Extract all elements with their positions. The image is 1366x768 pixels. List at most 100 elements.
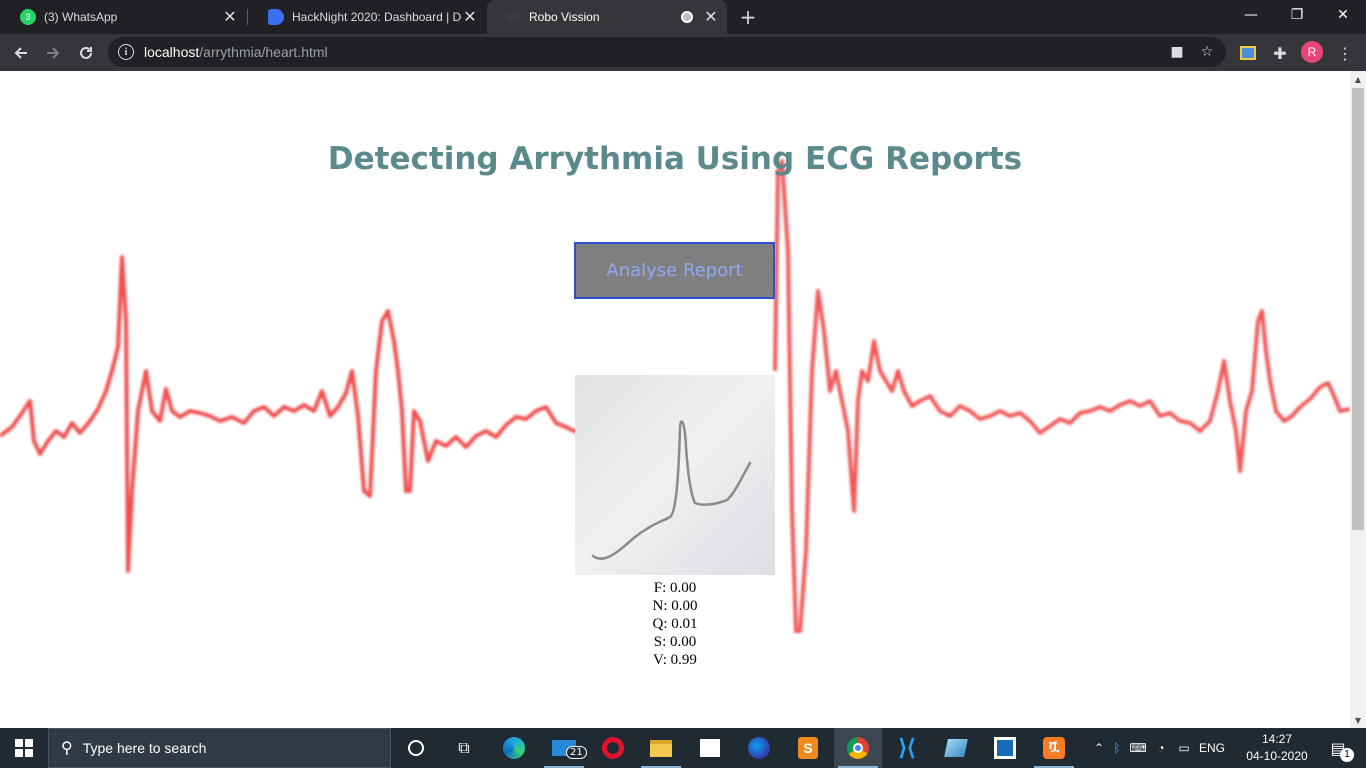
taskbar-sublime[interactable]: S xyxy=(784,728,832,768)
tab-title: (3) WhatsApp xyxy=(44,10,118,24)
restore-button[interactable]: ❐ xyxy=(1274,0,1320,30)
search-placeholder: Type here to search xyxy=(82,740,207,756)
result-f: F: 0.00 xyxy=(653,580,697,596)
taskbar-chrome[interactable] xyxy=(834,728,882,768)
new-tab-button[interactable]: + xyxy=(738,5,758,29)
devfolio-icon xyxy=(268,9,284,25)
scroll-up-arrow-icon[interactable]: ▲ xyxy=(1350,71,1366,87)
store-icon xyxy=(700,739,720,757)
taskbar-opera[interactable] xyxy=(589,728,637,768)
show-hidden-icons-icon[interactable]: ⌃ xyxy=(1090,741,1108,755)
tab-title: Robo Vission xyxy=(529,10,600,24)
browser-toolbar: i localhost/arrythmia/heart.html ■ ☆ ✚ R… xyxy=(0,34,1366,71)
cortana-button[interactable] xyxy=(392,728,440,768)
paper-background xyxy=(575,375,775,575)
page-favicon-icon xyxy=(507,12,521,22)
extension-button[interactable] xyxy=(1235,40,1261,66)
reload-icon xyxy=(80,46,92,59)
opera-icon xyxy=(602,737,624,759)
task-view-button[interactable]: ⧉ xyxy=(440,728,488,768)
taskbar-edge[interactable] xyxy=(490,728,538,768)
notification-badge: 1 xyxy=(1340,748,1354,762)
taskbar-store[interactable] xyxy=(686,728,734,768)
uploaded-ecg-image xyxy=(575,375,775,575)
whatsapp-icon: 3 xyxy=(20,9,36,25)
close-tab-icon[interactable]: ✕ xyxy=(462,7,478,27)
edge-icon xyxy=(503,737,525,759)
tab-robo-vission[interactable]: Robo Vission ✕ xyxy=(487,0,727,34)
kebab-menu-icon: ⋮ xyxy=(1337,43,1353,63)
wifi-icon[interactable]: ◔ xyxy=(1150,741,1172,755)
extension-icon xyxy=(1240,46,1256,60)
url-text: localhost/arrythmia/heart.html xyxy=(144,44,328,60)
taskbar-clock[interactable]: 14:27 04-10-2020 xyxy=(1244,731,1310,765)
url-path: /arrythmia/heart.html xyxy=(199,44,328,60)
site-info-icon[interactable]: i xyxy=(118,44,134,60)
taskbar-mail[interactable]: 21 xyxy=(540,728,588,768)
close-tab-icon[interactable]: ✕ xyxy=(222,7,238,27)
taskbar-notepad[interactable] xyxy=(932,728,980,768)
firefox-icon xyxy=(748,737,770,759)
taskbar-file-explorer[interactable] xyxy=(637,728,685,768)
scroll-down-arrow-icon[interactable]: ▼ xyxy=(1350,712,1366,728)
mail-badge: 21 xyxy=(566,746,587,759)
address-bar[interactable]: i localhost/arrythmia/heart.html ■ ☆ xyxy=(108,37,1226,67)
ecg-waveform-line xyxy=(773,159,1350,633)
close-tab-icon[interactable]: ✕ xyxy=(703,7,719,27)
forward-button[interactable] xyxy=(40,40,66,66)
app-box-icon xyxy=(994,737,1016,759)
extensions-button[interactable]: ✚ xyxy=(1267,40,1293,66)
taskbar-xampp[interactable]: ቯ xyxy=(1030,728,1078,768)
result-v: V: 0.99 xyxy=(653,652,697,668)
bookmark-star-icon[interactable]: ☆ xyxy=(1198,44,1216,60)
cortana-icon xyxy=(408,740,424,756)
notepad-icon xyxy=(944,739,968,757)
whatsapp-badge: 3 xyxy=(25,12,31,22)
recording-indicator-icon xyxy=(681,11,693,23)
taskbar-search-box[interactable]: ⚲ Type here to search xyxy=(48,728,391,768)
back-button[interactable] xyxy=(8,40,34,66)
sublime-icon: S xyxy=(798,737,818,759)
action-center-button[interactable]: ▤ 1 xyxy=(1318,728,1358,768)
url-host: localhost xyxy=(144,44,200,60)
windows-logo-icon xyxy=(15,739,33,757)
xampp-icon: ቯ xyxy=(1043,737,1065,759)
camera-icon[interactable]: ■ xyxy=(1168,44,1186,60)
clock-date: 04-10-2020 xyxy=(1246,749,1308,763)
arrow-left-icon xyxy=(14,47,27,59)
page-viewport: Detecting Arrythmia Using ECG Reports An… xyxy=(0,71,1350,728)
tab-hacknight[interactable]: HackNight 2020: Dashboard | De ✕ xyxy=(248,0,486,34)
start-button[interactable] xyxy=(0,728,48,768)
minimize-button[interactable]: — xyxy=(1228,0,1274,30)
result-q: Q: 0.01 xyxy=(652,616,698,632)
bluetooth-icon[interactable]: ᛒ xyxy=(1108,741,1126,755)
result-n: N: 0.00 xyxy=(652,598,698,614)
keyboard-icon[interactable]: ⌨ xyxy=(1126,741,1150,755)
system-tray: ⌃ ᛒ ⌨ ◔ ▭ ENG xyxy=(1090,728,1228,768)
analyse-report-button[interactable]: Analyse Report xyxy=(574,242,775,299)
menu-button[interactable]: ⋮ xyxy=(1332,40,1358,66)
clock-time: 14:27 xyxy=(1261,732,1293,746)
taskbar-firefox[interactable] xyxy=(735,728,783,768)
result-s: S: 0.00 xyxy=(653,634,697,650)
page-scrollbar[interactable]: ▲ ▼ xyxy=(1350,71,1366,728)
scroll-thumb[interactable] xyxy=(1352,88,1364,530)
reload-button[interactable] xyxy=(73,40,99,66)
task-view-icon: ⧉ xyxy=(458,738,470,757)
vscode-icon: ⟩⟨ xyxy=(898,735,916,760)
taskbar-app-box[interactable] xyxy=(981,728,1029,768)
language-indicator[interactable]: ENG xyxy=(1196,741,1228,755)
close-window-button[interactable]: ✕ xyxy=(1320,0,1366,30)
windows-taskbar: ⚲ Type here to search ⧉ 21 S ⟩⟨ ቯ ⌃ ᛒ ⌨ … xyxy=(0,728,1366,768)
prediction-results: F: 0.00 N: 0.00 Q: 0.01 S: 0.00 V: 0.99 xyxy=(575,579,775,669)
battery-icon[interactable]: ▭ xyxy=(1172,741,1196,755)
search-icon: ⚲ xyxy=(61,740,73,757)
tab-whatsapp[interactable]: 3 (3) WhatsApp ✕ xyxy=(0,0,246,34)
puzzle-icon: ✚ xyxy=(1273,43,1287,63)
folder-icon xyxy=(650,739,672,757)
arrow-right-icon xyxy=(47,47,60,59)
profile-avatar[interactable]: R xyxy=(1301,41,1323,63)
tab-title: HackNight 2020: Dashboard | De xyxy=(292,10,462,24)
ecg-waveform-line xyxy=(0,255,581,573)
taskbar-vscode[interactable]: ⟩⟨ xyxy=(883,728,931,768)
